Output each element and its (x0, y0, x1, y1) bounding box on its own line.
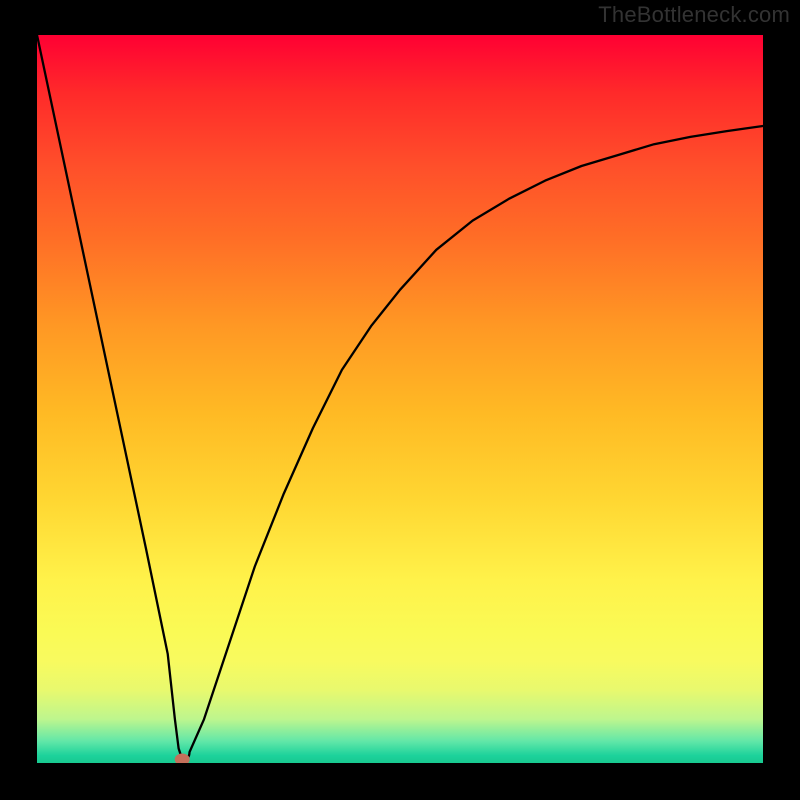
plot-area (37, 35, 763, 763)
chart-frame: TheBottleneck.com (0, 0, 800, 800)
minimum-marker (175, 754, 189, 763)
bottleneck-curve (37, 35, 763, 759)
watermark-text: TheBottleneck.com (598, 2, 790, 28)
curve-layer (37, 35, 763, 763)
